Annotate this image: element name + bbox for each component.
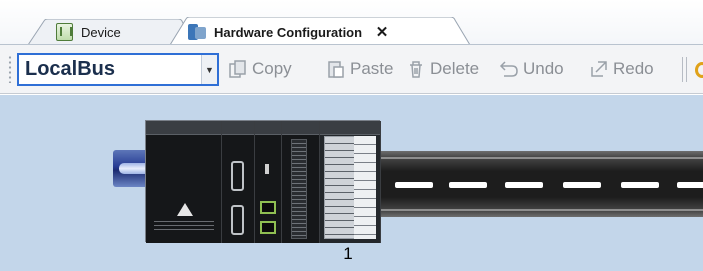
warning-icon <box>177 203 193 216</box>
hardware-config-icon <box>188 22 206 42</box>
toolbar-separator <box>686 57 687 82</box>
bus-select-value: LocalBus <box>25 58 116 80</box>
redo-button[interactable]: Redo <box>589 57 654 81</box>
ethernet-port-icon <box>260 201 276 214</box>
rail-edge-top <box>377 157 703 159</box>
copy-label: Copy <box>252 59 292 78</box>
cpu-module[interactable] <box>222 121 255 243</box>
editor-toolbar: LocalBus ▼ Copy Paste Delete Undo Redo <box>0 45 703 94</box>
module-header <box>222 121 254 135</box>
device-icon <box>56 23 73 41</box>
module-header <box>320 121 380 135</box>
tab-device-label: Device <box>81 24 121 40</box>
undo-button[interactable]: Undo <box>499 57 564 81</box>
chevron-down-icon[interactable]: ▼ <box>201 55 217 84</box>
module-printed-text <box>154 221 214 231</box>
paste-label: Paste <box>350 59 394 78</box>
slot-number-label: 1 <box>343 244 353 263</box>
connector-module[interactable] <box>282 121 320 243</box>
local-bus-rail[interactable] <box>377 151 703 217</box>
document-tab-strip: Device Hardware Configuration ✕ <box>0 0 703 45</box>
tab-hardware-configuration[interactable]: Hardware Configuration ✕ <box>188 19 390 45</box>
switch-icon <box>265 164 269 174</box>
ethernet-module[interactable] <box>255 121 282 243</box>
ethernet-port-icon <box>260 221 276 234</box>
toolbar-grip-handle[interactable] <box>8 55 12 83</box>
delete-icon <box>410 61 422 78</box>
toolbar-separator <box>682 57 683 82</box>
close-icon[interactable]: ✕ <box>374 23 390 41</box>
copy-button[interactable]: Copy <box>228 57 292 81</box>
delete-label: Delete <box>430 59 480 78</box>
paste-button[interactable]: Paste <box>326 57 393 81</box>
rail-dash <box>677 182 703 188</box>
rail-dash <box>563 182 601 188</box>
undo-icon <box>499 61 518 77</box>
power-supply-module[interactable] <box>146 121 222 243</box>
module-header <box>146 121 221 135</box>
rail-edge-bottom <box>377 209 703 211</box>
redo-icon <box>591 61 607 77</box>
serial-port-icon <box>231 161 244 191</box>
rail-dash <box>621 182 659 188</box>
plc-rack-slot-1[interactable] <box>145 120 381 243</box>
module-header <box>282 121 319 135</box>
module-header <box>255 121 281 135</box>
tab-device[interactable]: Device <box>56 19 121 45</box>
io-module[interactable] <box>320 121 381 243</box>
pin-connector-icon <box>291 139 307 239</box>
rail-dash <box>449 182 487 188</box>
undo-label: Undo <box>523 59 564 78</box>
bus-select[interactable]: LocalBus ▼ <box>17 53 219 86</box>
redo-label: Redo <box>613 59 654 78</box>
copy-icon <box>229 60 246 78</box>
io-status-leds <box>354 136 376 239</box>
tab-hardware-configuration-label: Hardware Configuration <box>214 24 363 40</box>
serial-port-icon <box>231 205 244 235</box>
delete-button[interactable]: Delete <box>406 57 479 81</box>
paste-icon <box>328 61 344 78</box>
din-rail-left-end <box>113 150 149 187</box>
hardware-canvas[interactable]: 1 <box>0 95 703 271</box>
rail-dash <box>395 182 433 188</box>
rail-dash <box>505 182 543 188</box>
overflow-tool-icon[interactable] <box>695 62 703 78</box>
